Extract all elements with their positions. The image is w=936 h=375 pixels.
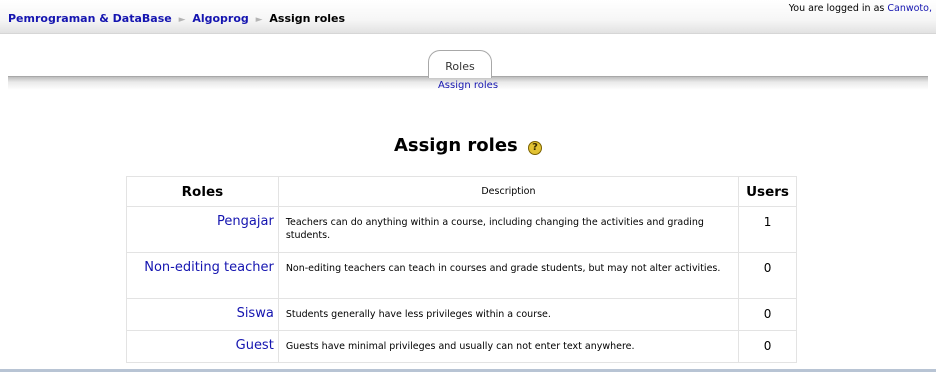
- user-count: 1: [738, 206, 797, 253]
- user-count: 0: [738, 298, 797, 331]
- description-column-header: Description: [277, 176, 740, 207]
- user-count: 0: [738, 330, 797, 363]
- role-description: Non-editing teachers can teach in course…: [277, 252, 740, 299]
- table-row: Siswa Students generally have less privi…: [126, 298, 797, 331]
- breadcrumb-separator-icon: ►: [178, 15, 186, 25]
- breadcrumb: Pemrograman & DataBase ► Algoprog ► Assi…: [8, 12, 345, 25]
- role-cell: Siswa: [126, 298, 279, 331]
- role-link-guest[interactable]: Guest: [236, 338, 274, 353]
- role-description: Teachers can do anything within a course…: [277, 206, 740, 253]
- role-description: Guests have minimal privileges and usual…: [277, 330, 740, 363]
- login-info: You are logged in as Canwoto,: [789, 3, 932, 14]
- breadcrumb-course-link[interactable]: Pemrograman & DataBase: [8, 12, 172, 25]
- subtab-row: Assign roles: [0, 80, 936, 91]
- roles-column-header: Roles: [126, 176, 279, 207]
- user-profile-link[interactable]: Canwoto,: [887, 3, 932, 14]
- role-link-siswa[interactable]: Siswa: [237, 306, 274, 321]
- login-prefix: You are logged in as: [788, 3, 888, 14]
- table-row: Guest Guests have minimal privileges and…: [126, 330, 797, 363]
- user-count: 0: [738, 252, 797, 299]
- page-title: Assign roles ?: [0, 135, 936, 156]
- navigation-bar: Pemrograman & DataBase ► Algoprog ► Assi…: [0, 0, 936, 34]
- table-row: Non-editing teacher Non-editing teachers…: [126, 252, 797, 299]
- breadcrumb-separator-icon: ►: [255, 15, 263, 25]
- role-link-non-editing-teacher[interactable]: Non-editing teacher: [144, 260, 274, 275]
- breadcrumb-module-link[interactable]: Algoprog: [192, 12, 248, 25]
- breadcrumb-current: Assign roles: [269, 12, 346, 25]
- tab-roles[interactable]: Roles: [428, 50, 492, 78]
- page-title-text: Assign roles: [393, 135, 518, 156]
- roles-table: Roles Description Users Pengajar Teacher…: [126, 176, 797, 363]
- role-cell: Guest: [126, 330, 279, 363]
- tab-roles-label: Roles: [445, 60, 475, 73]
- role-description: Students generally have less privileges …: [277, 298, 740, 331]
- subtab-assign-roles[interactable]: Assign roles: [438, 80, 498, 91]
- help-icon[interactable]: ?: [528, 141, 543, 155]
- table-header-row: Roles Description Users: [126, 176, 797, 207]
- table-row: Pengajar Teachers can do anything within…: [126, 206, 797, 253]
- footer-divider: [0, 369, 936, 372]
- role-cell: Pengajar: [126, 206, 279, 253]
- users-column-header: Users: [738, 176, 797, 207]
- role-cell: Non-editing teacher: [126, 252, 279, 299]
- role-link-pengajar[interactable]: Pengajar: [217, 214, 274, 229]
